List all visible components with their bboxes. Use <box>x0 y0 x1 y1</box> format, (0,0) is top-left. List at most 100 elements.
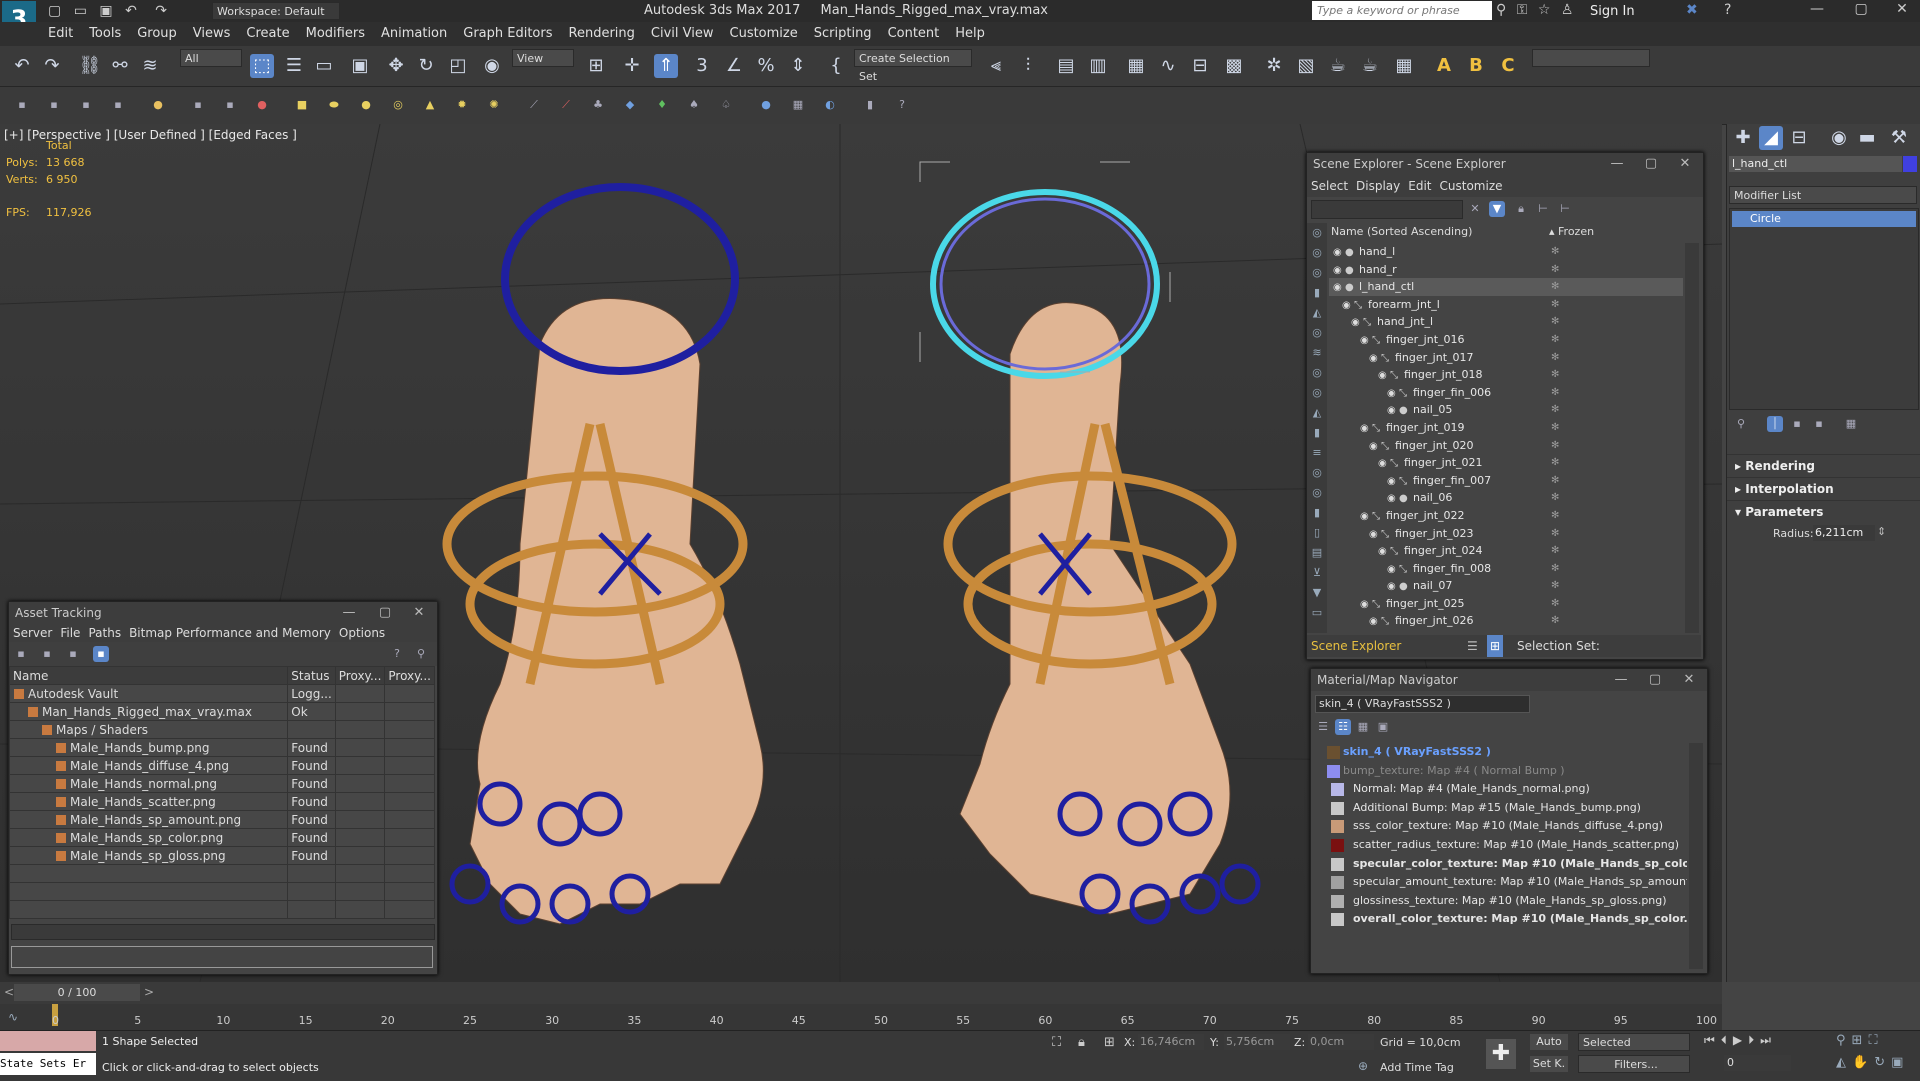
col-proxy-1[interactable]: Proxy... <box>334 666 386 685</box>
material-vertical-scrollbar[interactable] <box>1689 743 1703 969</box>
link-icon[interactable]: ⛓ <box>78 54 102 78</box>
object-name-field[interactable]: l_hand_ctl <box>1729 156 1902 172</box>
visibility-eye-icon[interactable]: ◉ <box>1360 420 1372 438</box>
cylinder-primitive-icon[interactable]: ⬬ <box>326 97 342 113</box>
zoom-icon[interactable]: ⚲ <box>1836 1033 1852 1048</box>
menu-display[interactable]: Display <box>1356 179 1400 193</box>
tracking-tool-2-icon[interactable]: ▪ <box>39 646 55 662</box>
selection-filter-dropdown[interactable]: All <box>180 49 242 67</box>
absolute-mode-icon[interactable]: ⊞ <box>1104 1035 1115 1050</box>
isolate-selection-icon[interactable]: ⛶ <box>1052 1035 1061 1050</box>
frozen-toggle-icon[interactable]: ✻ <box>1551 384 1559 402</box>
undo-quick-icon[interactable]: ↶ <box>125 3 137 19</box>
tool-icon-9[interactable]: ⟋ <box>526 97 542 113</box>
key-filter-dropdown[interactable]: Selected <box>1578 1033 1690 1051</box>
tool-icon-18[interactable]: ◐ <box>822 97 838 113</box>
frozen-toggle-icon[interactable]: ✻ <box>1551 261 1559 279</box>
frozen-toggle-icon[interactable]: ✻ <box>1551 278 1559 296</box>
material-tree-row[interactable]: Additional Bump: Map #15 (Male_Hands_bum… <box>1313 799 1687 818</box>
tracking-tool-1-icon[interactable]: ▪ <box>13 646 29 662</box>
col-proxy-2[interactable]: Proxy... <box>384 666 435 685</box>
material-tree-row[interactable]: overall_color_texture: Map #10 (Male_Han… <box>1313 910 1687 929</box>
select-manipulate-icon[interactable]: ✛ <box>620 54 644 78</box>
scene-tree-row[interactable]: ◉ ● nail_07 ✻ <box>1329 577 1683 595</box>
play-icon[interactable]: ▶ <box>1733 1033 1748 1047</box>
cone-primitive-icon[interactable]: ▲ <box>422 97 438 113</box>
motion-tab-icon[interactable]: ◉ <box>1827 126 1851 150</box>
asset-tracking-titlebar[interactable]: Asset Tracking — ▢ ✕ <box>9 602 437 624</box>
tool-icon-15[interactable]: ♤ <box>718 97 734 113</box>
clear-search-icon[interactable]: ✕ <box>1467 201 1483 217</box>
visibility-eye-icon[interactable]: ◉ <box>1378 367 1390 385</box>
tracking-help-icon[interactable]: ? <box>389 646 405 662</box>
menu-select[interactable]: Select <box>1311 179 1348 193</box>
edit-named-selection-icon[interactable]: { <box>824 54 848 78</box>
maximize-icon[interactable]: ▢ <box>371 602 399 624</box>
rollout-rendering[interactable]: ▸ Rendering <box>1727 454 1920 477</box>
tool-icon-17[interactable]: ▦ <box>790 97 806 113</box>
scene-tree-row[interactable]: ◉ ⤡ finger_fin_006 ✻ <box>1329 384 1683 402</box>
menu-file[interactable]: File <box>60 626 80 640</box>
visibility-eye-icon[interactable]: ◉ <box>1333 244 1345 262</box>
tool-icon-10[interactable]: ⟋ <box>558 97 574 113</box>
modifier-list-dropdown[interactable]: Modifier List <box>1729 186 1917 204</box>
add-key-icon[interactable]: ✚ <box>1486 1039 1516 1069</box>
visibility-eye-icon[interactable]: ◉ <box>1387 561 1399 579</box>
remove-modifier-icon[interactable]: ▪ <box>1811 416 1827 432</box>
ribbon-toggle-icon[interactable]: ▦ <box>1124 54 1148 78</box>
menu-customize[interactable]: Customize <box>722 22 806 46</box>
minimize-icon[interactable]: — <box>1603 153 1631 175</box>
tool-icon-8[interactable]: ● <box>254 97 270 113</box>
tool-icon-12[interactable]: ◆ <box>622 97 638 113</box>
rollout-interpolation[interactable]: ▸ Interpolation <box>1727 477 1920 500</box>
track-bar[interactable]: ∿ <box>0 1004 1722 1030</box>
add-time-tag[interactable]: Add Time Tag <box>1380 1061 1454 1074</box>
frozen-toggle-icon[interactable]: ✻ <box>1551 437 1559 455</box>
render-production-icon[interactable]: ☕ <box>1326 54 1350 78</box>
go-to-start-icon[interactable]: ⏮ <box>1704 1033 1721 1047</box>
frozen-toggle-icon[interactable]: ✻ <box>1551 349 1559 367</box>
current-frame-field[interactable]: 0 <box>1724 1055 1791 1071</box>
menu-animation[interactable]: Animation <box>373 22 455 46</box>
visibility-eye-icon[interactable]: ◉ <box>1387 385 1399 403</box>
render-iterative-icon[interactable]: ☕ <box>1358 54 1382 78</box>
text-tool-b-icon[interactable]: B <box>1464 54 1488 78</box>
material-tree-row[interactable]: bump_texture: Map #4 ( Normal Bump ) <box>1313 762 1687 781</box>
select-object-icon[interactable]: ⬚ <box>250 54 274 78</box>
scene-tree-row[interactable]: ◉ ⤡ finger_fin_007 ✻ <box>1329 472 1683 490</box>
asset-row[interactable]: Male_Hands_sp_gloss.png Found <box>8 846 435 865</box>
scene-tree-row[interactable]: ◉ ⤡ hand_jnt_l ✻ <box>1329 313 1683 331</box>
small-icons-view-icon[interactable]: ▦ <box>1355 719 1371 735</box>
asset-row[interactable]: Male_Hands_normal.png Found <box>8 774 435 793</box>
frozen-toggle-icon[interactable]: ✻ <box>1551 489 1559 507</box>
frozen-toggle-icon[interactable]: ✻ <box>1551 577 1559 595</box>
angle-snap-icon[interactable]: ∠ <box>722 54 746 78</box>
menu-bitmap-performance[interactable]: Bitmap Performance and Memory <box>129 626 331 640</box>
tool-icon-13[interactable]: ♦ <box>654 97 670 113</box>
rotate-icon[interactable]: ↻ <box>414 54 438 78</box>
scene-search-input[interactable] <box>1311 200 1463 219</box>
exchange-icon[interactable]: ✖ <box>1686 2 1698 18</box>
rendered-frame-window-icon[interactable]: ▧ <box>1294 54 1318 78</box>
radius-spinner-field[interactable]: 6,211cm <box>1813 525 1875 541</box>
tool-icon-14[interactable]: ♠ <box>686 97 702 113</box>
search-input[interactable]: Type a keyword or phrase <box>1312 1 1492 20</box>
maximize-icon[interactable]: ▢ <box>1637 153 1665 175</box>
maximize-viewport-icon[interactable]: ▣ <box>1891 1055 1909 1070</box>
tracking-tool-3-icon[interactable]: ▪ <box>65 646 81 662</box>
scene-tree-row[interactable]: ◉ ⤡ finger_jnt_018 ✻ <box>1329 366 1683 384</box>
frozen-toggle-icon[interactable]: ✻ <box>1551 542 1559 560</box>
next-frame-icon[interactable]: ⏵ <box>1748 1033 1760 1047</box>
tool-icon-16[interactable]: ● <box>758 97 774 113</box>
asset-horizontal-scrollbar[interactable] <box>11 924 435 940</box>
right-hand-model[interactable] <box>919 161 1261 925</box>
material-tree-row[interactable]: scatter_radius_texture: Map #10 (Male_Ha… <box>1313 836 1687 855</box>
frozen-toggle-icon[interactable]: ✻ <box>1551 560 1559 578</box>
tracking-pin-icon[interactable]: ⚲ <box>413 646 429 662</box>
pin-stack-icon[interactable]: ⚲ <box>1733 416 1749 432</box>
toolbar-extra-dropdown[interactable] <box>1532 49 1650 67</box>
visibility-eye-icon[interactable]: ◉ <box>1387 490 1399 508</box>
scene-tree-row[interactable]: ◉ ⤡ finger_jnt_021 ✻ <box>1329 454 1683 472</box>
sphere-primitive-icon[interactable]: ● <box>358 97 374 113</box>
selection-set-icon[interactable]: ⊞ <box>1487 635 1504 657</box>
